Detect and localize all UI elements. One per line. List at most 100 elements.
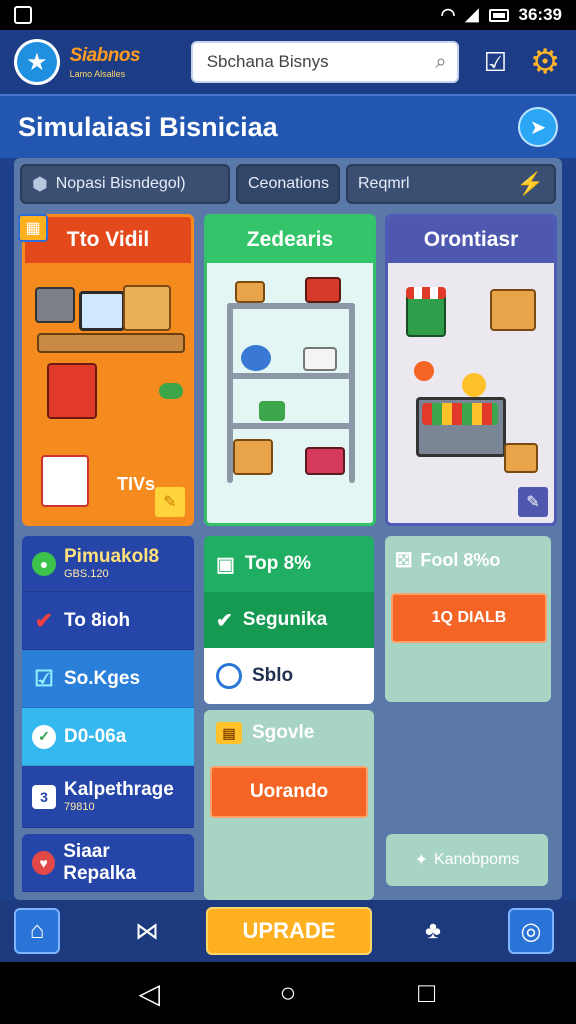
list-item-sub: 79810 — [64, 800, 95, 813]
list-item-label: D0-06a — [64, 725, 127, 747]
document-icon: ▤ — [216, 722, 242, 744]
upgrade-action-button[interactable]: Uorando — [210, 766, 368, 818]
group-icon[interactable]: ♣ — [410, 908, 456, 954]
tab-label: Reqmrl — [358, 175, 410, 192]
crate-icon — [305, 277, 341, 303]
monitor-icon — [79, 291, 125, 331]
feature-card-shopping[interactable]: Orontiasr ✎ — [385, 214, 557, 526]
list-item[interactable]: ♥ Siaar Repalka — [22, 834, 194, 892]
card-illustration — [207, 263, 373, 523]
left-menu-list: ● Pimuakol8 GBS.120 ✔ To 8ioh ☑ So.Kges ✓… — [22, 536, 194, 892]
send-icon[interactable]: ➤ — [518, 107, 558, 147]
search-placeholder: Sbchana Bisnys — [206, 52, 329, 71]
home-circle-icon[interactable]: ○ — [268, 977, 308, 1009]
list-item-label: Top 8% — [244, 553, 312, 574]
checkbox-icon: ☑ — [34, 665, 54, 691]
deal-card: ⚄ Fool 8%o 1Q DIALB — [385, 536, 551, 702]
register-icon — [47, 363, 97, 419]
list-item-label: Kalpethrage — [64, 779, 174, 800]
system-nav-bar: ◁ ○ □ — [0, 962, 576, 1024]
home-icon[interactable]: ⌂ — [14, 908, 60, 954]
list-item[interactable]: ☑ So.Kges — [22, 650, 194, 708]
recents-icon[interactable]: □ — [407, 977, 447, 1009]
shelf-post-right — [349, 303, 355, 483]
tab-report[interactable]: Reqmrl ⚡ — [346, 164, 556, 204]
box-icon — [123, 285, 171, 331]
edit-icon[interactable]: ✎ — [155, 487, 185, 517]
list-item[interactable]: ✔ To 8ioh — [22, 592, 194, 650]
save-card-label: Sgovle — [252, 722, 315, 743]
sparkle-icon: ✦ — [414, 852, 428, 869]
tab-label: Nopasi Bisndegol) — [55, 175, 186, 192]
list-item-label: So.Kges — [64, 667, 141, 689]
wifi-icon: ◠ — [440, 5, 456, 24]
card-illustration: TIVs ✎ — [25, 263, 191, 523]
alert-icon[interactable]: ⚡ — [517, 171, 544, 197]
plant-icon — [159, 383, 183, 399]
dice-icon: ⚄ — [395, 550, 413, 572]
search-input[interactable]: Sbchana Bisnys ⌕ — [190, 41, 459, 83]
list-item[interactable]: ✓ D0-06a — [22, 708, 194, 766]
list-item-label: Siaar Repalka — [63, 840, 137, 884]
check-circle-icon: ✓ — [32, 724, 56, 749]
list-item[interactable]: ● Pimuakol8 GBS.120 — [22, 536, 194, 592]
title-row: Simulaiasi Bisniciaa ➤ — [0, 96, 576, 158]
brand-name: Siabnos — [69, 45, 141, 66]
grid-badge-icon[interactable]: ▦ — [18, 214, 48, 242]
groceries-icon — [422, 403, 498, 425]
card-title: Tto Vidil — [25, 217, 191, 263]
back-icon[interactable]: ◁ — [129, 977, 169, 1010]
card-title: Orontiasr — [388, 217, 554, 263]
share-icon[interactable]: ⋈ — [124, 908, 170, 954]
status-time: 36:39 — [518, 5, 562, 24]
random-button[interactable]: ✦ Kanobpoms — [386, 834, 548, 886]
checklist-icon[interactable]: ☑ — [479, 45, 513, 79]
location-pin-icon: ♥ — [32, 850, 56, 875]
basket-icon — [35, 287, 75, 323]
chat-icon[interactable]: ◎ — [508, 908, 554, 954]
gear-icon[interactable]: ⚙ — [528, 43, 562, 81]
page-title: Simulaiasi Bisniciaa — [18, 111, 278, 142]
search-icon[interactable]: ⌕ — [435, 51, 446, 74]
shelf-middle — [227, 373, 355, 379]
feature-card-office[interactable]: Tto Vidil TIVs ✎ — [22, 214, 194, 526]
checkmark-icon: ✔ — [34, 607, 54, 633]
desk-icon — [37, 333, 185, 353]
card-illustration: ✎ — [388, 263, 554, 523]
package-icon — [41, 455, 89, 507]
list-item-label: To 8ioh — [64, 609, 131, 631]
tab-business-info[interactable]: ⬢ Nopasi Bisndegol) — [20, 164, 230, 204]
deal-card-title: ⚄ Fool 8%o — [391, 548, 545, 573]
tab-operations[interactable]: Ceonations — [236, 164, 340, 204]
checkmark-icon: ✔ — [216, 609, 233, 632]
bottom-nav: ⌂ ⋈ UPRADE ♣ ◎ — [0, 900, 576, 962]
shelf-top — [227, 303, 355, 309]
feature-card-warehouse[interactable]: Zedearis — [204, 214, 376, 526]
box-icon — [235, 281, 265, 303]
edit-icon[interactable]: ✎ — [518, 487, 548, 517]
app-bar: ★ Siabnos Lamo Alsalles Sbchana Bisnys ⌕… — [0, 30, 576, 96]
list-item[interactable]: 3 Kalpethrage 79810 — [22, 766, 194, 828]
deal-card-label: Fool 8%o — [420, 550, 501, 570]
list-item[interactable]: ▣ Top 8% — [204, 536, 374, 592]
list-item-label: Pimuakol8 — [64, 546, 160, 567]
list-item-label: Sblo — [252, 665, 294, 686]
list-item[interactable]: o Sblo — [204, 648, 374, 704]
awning-icon — [406, 287, 446, 299]
number-three-icon: 3 — [32, 784, 56, 809]
list-item[interactable]: ✔ Segunika — [204, 592, 374, 648]
signal-icon: ◢ — [465, 5, 479, 24]
save-card-title: ▤ Sgovle — [210, 722, 368, 744]
box-icon — [504, 443, 538, 473]
coin-icon — [414, 361, 434, 381]
tab-bar: ⬢ Nopasi Bisndegol) Ceonations Reqmrl ⚡ — [20, 164, 556, 204]
upgrade-button[interactable]: UPRADE — [206, 907, 372, 955]
cash-icon — [259, 401, 285, 421]
logo-star-icon[interactable]: ★ — [14, 39, 60, 85]
deal-button[interactable]: 1Q DIALB — [391, 593, 547, 643]
brand-subtitle: Lamo Alsalles — [69, 69, 126, 79]
check-circle-icon: ● — [32, 551, 56, 576]
brand: Siabnos Lamo Alsalles — [70, 45, 179, 79]
main-panel: ⬢ Nopasi Bisndegol) Ceonations Reqmrl ⚡ … — [14, 158, 562, 900]
save-card: ▤ Sgovle Uorando — [204, 710, 374, 900]
